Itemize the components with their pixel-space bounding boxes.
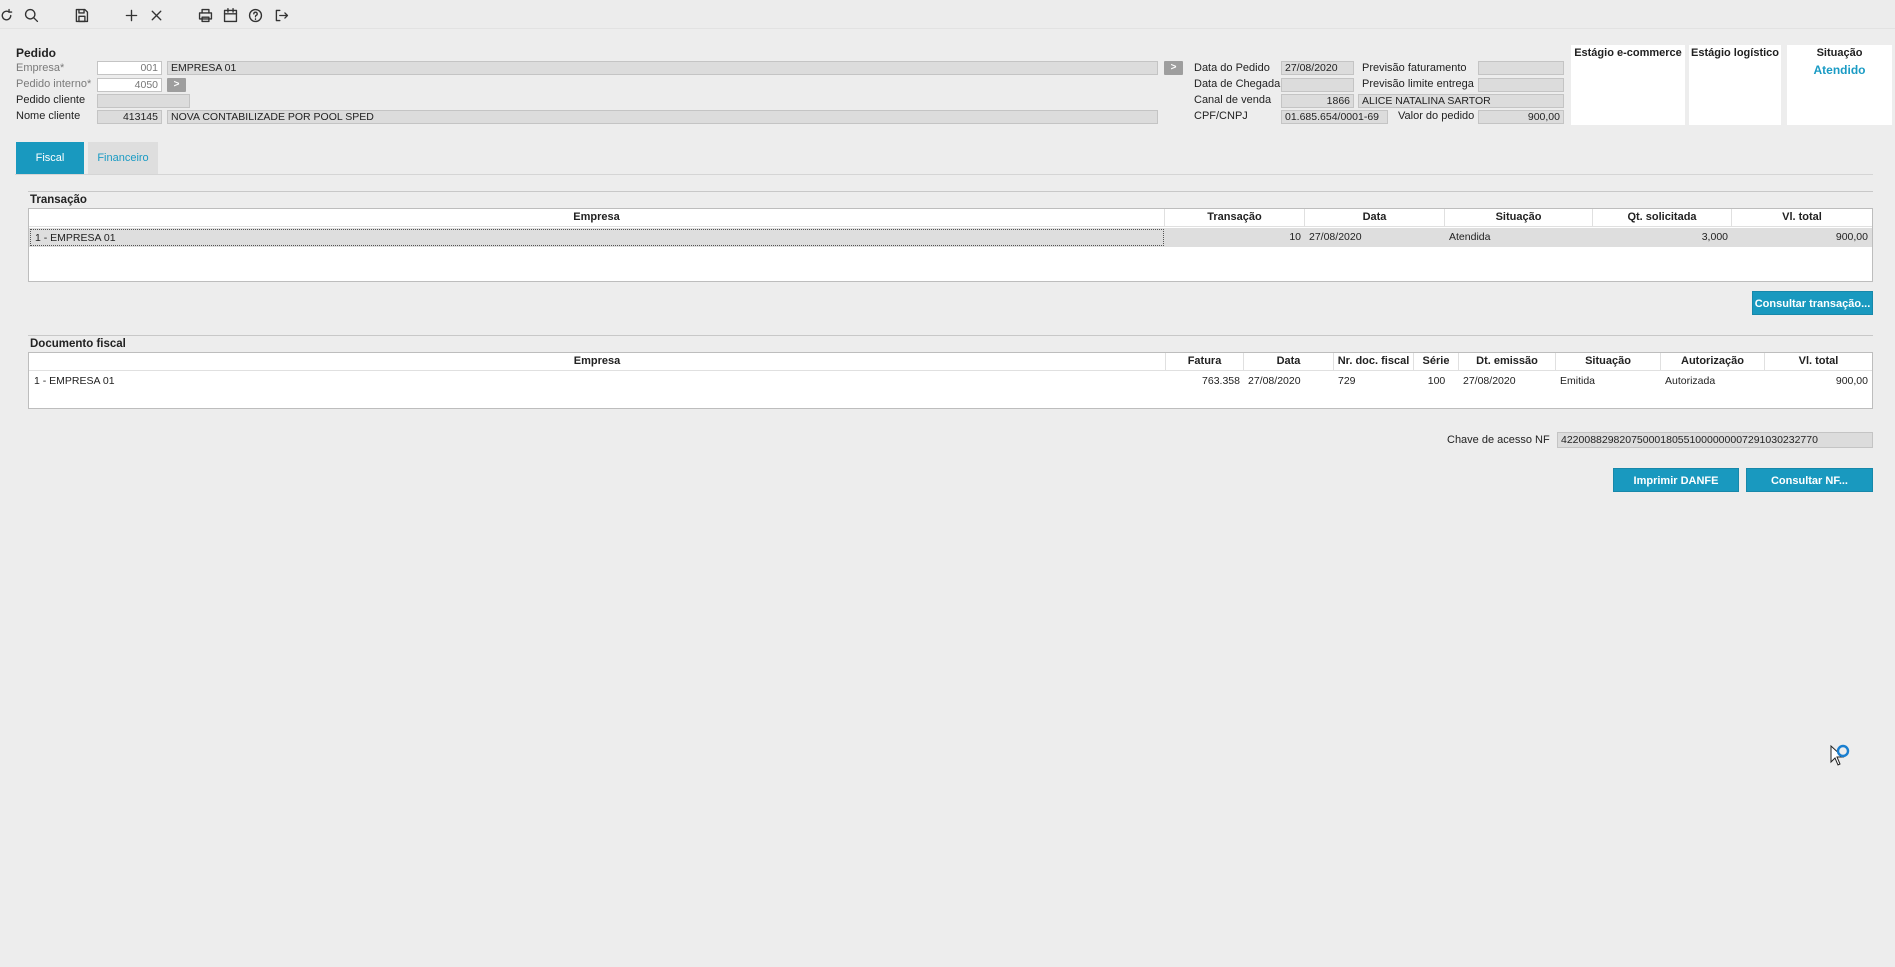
help-icon[interactable] [245,5,265,25]
data-chegada-field [1281,78,1354,92]
nome-cliente-name-field: NOVA CONTABILIZADE POR POOL SPED [167,110,1158,124]
transacao-divider [28,191,1873,192]
exit-icon[interactable] [271,5,291,25]
documento-col-serie[interactable]: Série [1414,353,1459,371]
empresa-name-field: EMPRESA 01 [167,61,1158,75]
close-icon[interactable] [146,5,166,25]
documento-title: Documento fiscal [30,338,126,350]
canal-venda-code-field: 1866 [1281,94,1354,108]
nome-cliente-code-field: 413145 [97,110,162,124]
pedido-section-title: Pedido [16,46,57,60]
refresh-icon[interactable] [0,5,16,25]
situacao-title: Situação [1816,47,1863,59]
transacao-cell-vl-total: 900,00 [1835,231,1868,243]
empresa-code-field[interactable]: 001 [97,61,162,75]
documento-grid: Empresa Fatura Data Nr. doc. fiscal Séri… [28,352,1873,409]
chave-acesso-field[interactable]: 4220088298207500018055100000000729103023… [1557,432,1873,448]
transacao-title: Transação [30,194,87,206]
data-pedido-label: Data do Pedido [1194,62,1270,74]
situacao-value: Atendido [1813,63,1866,77]
pedido-interno-label: Pedido interno* [16,78,92,90]
table-row[interactable]: 1 - EMPRESA 01 763.358 27/08/2020 729 10… [29,372,1872,390]
transacao-col-transacao[interactable]: Transação [1165,209,1305,227]
transacao-cell-transacao: 10 [1289,231,1301,243]
data-pedido-field: 27/08/2020 [1281,61,1354,75]
cpf-cnpj-label: CPF/CNPJ [1194,110,1248,122]
documento-col-fatura[interactable]: Fatura [1166,353,1244,371]
empresa-lookup-button[interactable]: > [1164,61,1183,75]
cpf-cnpj-field: 01.685.654/0001-69 [1281,110,1388,124]
empresa-label: Empresa* [16,62,65,74]
canal-venda-label: Canal de venda [1194,94,1272,106]
search-icon[interactable] [21,5,41,25]
pedido-cliente-label: Pedido cliente [16,94,86,106]
transacao-cell-data: 27/08/2020 [1309,231,1362,243]
previsao-limite-label: Previsão limite entrega [1362,78,1474,90]
valor-pedido-field: 900,00 [1478,110,1564,124]
documento-col-autorizacao[interactable]: Autorização [1661,353,1765,371]
consultar-nf-button[interactable]: Consultar NF... [1746,468,1873,492]
documento-cell-serie: 100 [1427,375,1446,387]
previsao-faturamento-label: Previsão faturamento [1362,62,1467,74]
mouse-cursor-icon [1829,744,1855,775]
save-icon[interactable] [71,5,91,25]
pedido-interno-field[interactable]: 4050 [97,78,162,92]
pedido-cliente-field[interactable] [97,94,190,108]
documento-cell-fatura: 763.358 [1202,375,1240,387]
documento-cell-autorizacao: Autorizada [1665,375,1716,387]
imprimir-danfe-button[interactable]: Imprimir DANFE [1613,468,1739,492]
situacao-box: Situação Atendido [1787,45,1892,125]
documento-cell-empresa: 1 - EMPRESA 01 [34,375,115,387]
documento-col-dt-emissao[interactable]: Dt. emissão [1459,353,1556,371]
tab-fiscal[interactable]: Fiscal [16,142,84,174]
stage-logistico-box: Estágio logístico [1689,45,1781,125]
transacao-col-situacao[interactable]: Situação [1445,209,1593,227]
documento-col-situacao[interactable]: Situação [1556,353,1661,371]
toolbar [0,0,1895,29]
transacao-cell-qt: 3,000 [1701,231,1728,243]
tab-financeiro[interactable]: Financeiro [88,142,158,174]
documento-col-data[interactable]: Data [1244,353,1334,371]
add-icon[interactable] [121,5,141,25]
stage-logistico-title: Estágio logístico [1690,47,1779,59]
canal-venda-name-field: ALICE NATALINA SARTOR [1358,94,1564,108]
print-icon[interactable] [195,5,215,25]
documento-col-vl-total[interactable]: Vl. total [1765,353,1872,371]
documento-cell-vl-total: 900,00 [1835,375,1868,387]
table-row[interactable]: 1 - EMPRESA 01 10 27/08/2020 Atendida 3,… [29,228,1872,247]
documento-col-nr-doc[interactable]: Nr. doc. fiscal [1334,353,1414,371]
transacao-col-qt-solicitada[interactable]: Qt. solicitada [1593,209,1732,227]
valor-pedido-label: Valor do pedido [1398,110,1475,122]
chave-acesso-label: Chave de acesso NF [1447,434,1550,446]
stage-ecommerce-box: Estágio e-commerce [1571,45,1685,125]
data-chegada-label: Data de Chegada [1194,78,1281,90]
calendar-icon[interactable] [220,5,240,25]
documento-cell-data: 27/08/2020 [1248,375,1301,387]
previsao-limite-field [1478,78,1564,92]
pedido-interno-lookup-button[interactable]: > [167,78,186,92]
nome-cliente-label: Nome cliente [16,110,81,122]
previsao-faturamento-field [1478,61,1564,75]
documento-cell-nr-doc: 729 [1338,375,1356,387]
documento-cell-dt-emissao: 27/08/2020 [1463,375,1516,387]
transacao-col-empresa[interactable]: Empresa [29,209,1165,227]
transacao-cell-empresa: 1 - EMPRESA 01 [30,229,1164,246]
transacao-col-data[interactable]: Data [1305,209,1445,227]
transacao-grid: Empresa Transação Data Situação Qt. soli… [28,208,1873,282]
documento-divider [28,335,1873,336]
stage-ecommerce-title: Estágio e-commerce [1574,47,1682,59]
documento-col-empresa[interactable]: Empresa [29,353,1166,371]
transacao-col-vl-total[interactable]: Vl. total [1732,209,1872,227]
tab-divider [15,174,1873,175]
consultar-transacao-button[interactable]: Consultar transação... [1752,291,1873,315]
documento-cell-situacao: Emitida [1560,375,1596,387]
transacao-cell-situacao: Atendida [1449,231,1491,243]
